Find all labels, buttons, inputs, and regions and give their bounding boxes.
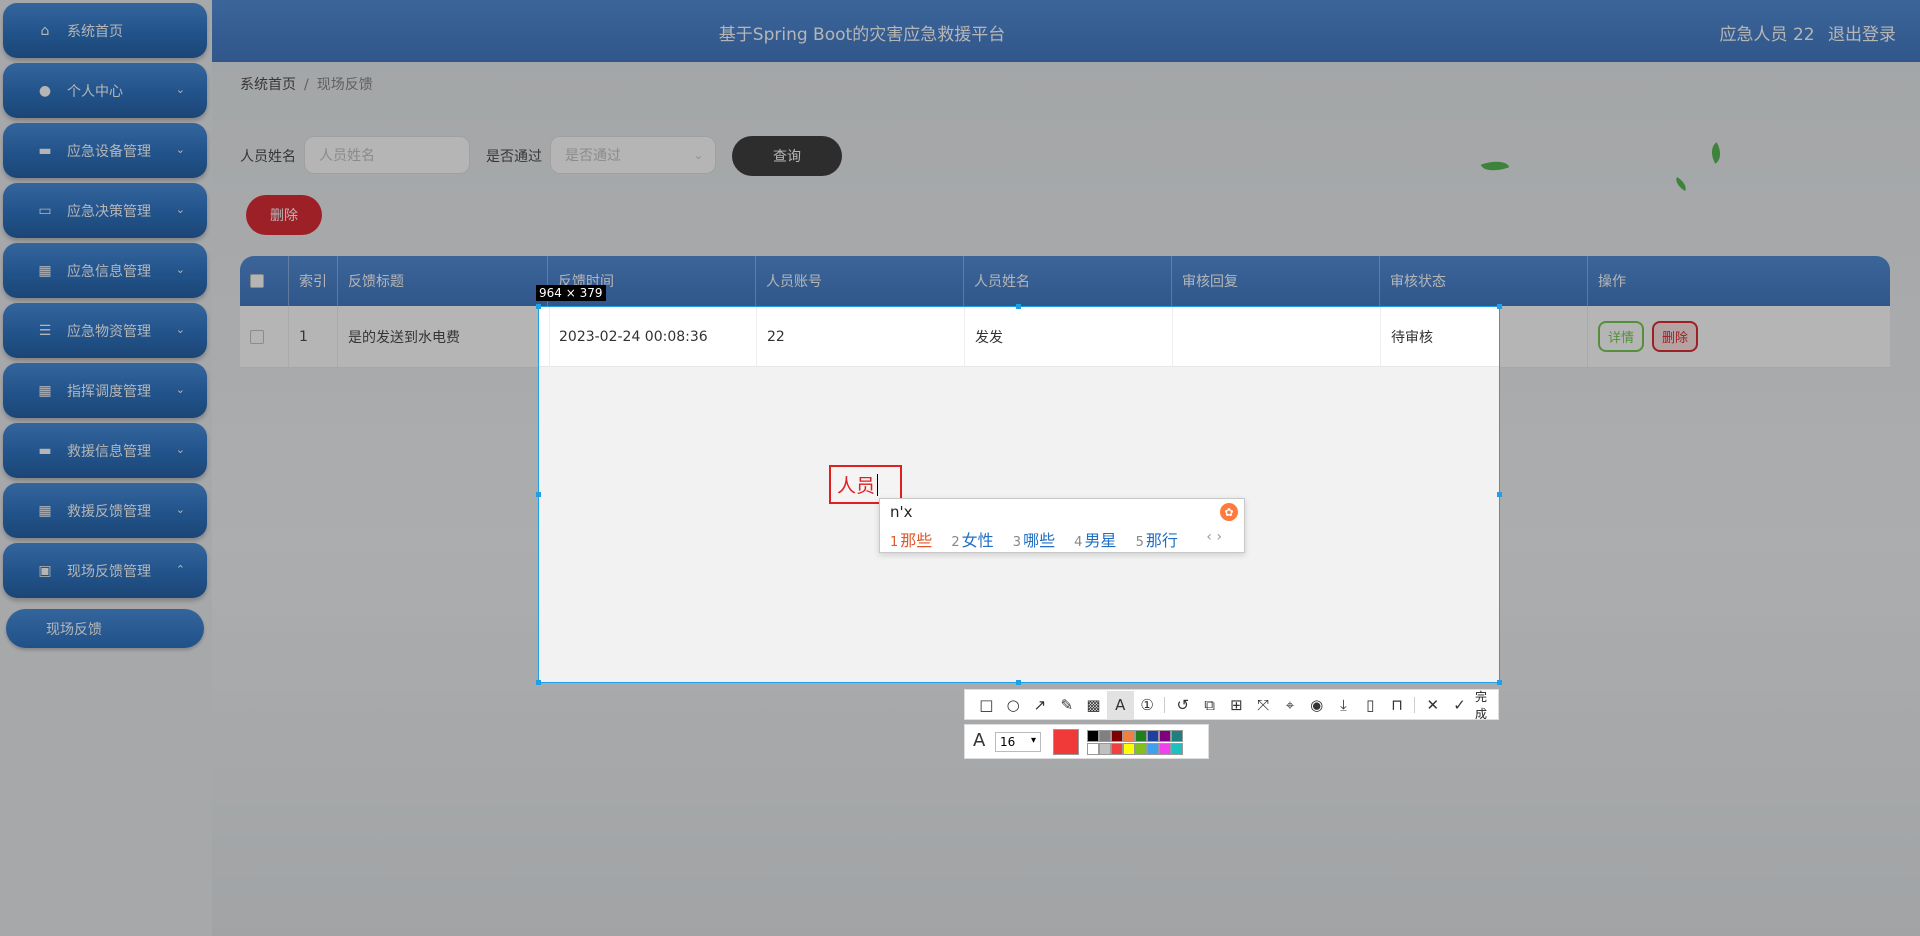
color-swatch[interactable] xyxy=(1123,743,1135,755)
ime-page-nav[interactable]: ‹ › xyxy=(1206,529,1222,545)
resize-handle[interactable] xyxy=(536,680,541,685)
resize-handle[interactable] xyxy=(1497,680,1502,685)
ime-candidate[interactable]: 4 男星 xyxy=(1074,531,1116,550)
color-swatch[interactable] xyxy=(1171,743,1183,755)
screenshot-toolbar: □ ○ ↗ ✎ ▩ A ① ↺ ⧉ ⊞ ⤧ ⌖ ◉ ⤓ ▯ ⊓ ✕ ✓ 完成 xyxy=(964,688,1499,722)
toolbar-divider xyxy=(1164,696,1166,713)
resize-handle[interactable] xyxy=(536,492,541,497)
color-swatch[interactable] xyxy=(1099,730,1111,742)
font-size-select[interactable]: 16 ▾ xyxy=(995,732,1041,752)
color-swatch[interactable] xyxy=(1123,730,1135,742)
pin-icon[interactable]: ⌖ xyxy=(1277,691,1304,719)
done-button[interactable]: 完成 xyxy=(1475,688,1498,722)
ime-composition: n'x xyxy=(890,503,913,521)
ellipse-tool-icon[interactable]: ○ xyxy=(1000,691,1027,719)
color-swatch[interactable] xyxy=(1147,730,1159,742)
color-swatch[interactable] xyxy=(1135,743,1147,755)
text-caret xyxy=(877,473,879,496)
number-tool-icon[interactable]: ① xyxy=(1134,691,1161,719)
color-swatch[interactable] xyxy=(1159,743,1171,755)
ime-candidate[interactable]: 2 女性 xyxy=(951,531,993,550)
mosaic-tool-icon[interactable]: ▩ xyxy=(1080,691,1107,719)
color-swatch[interactable] xyxy=(1099,743,1111,755)
arrow-tool-icon[interactable]: ↗ xyxy=(1027,691,1054,719)
bookmark-icon[interactable]: ⊓ xyxy=(1384,691,1411,719)
ime-candidate[interactable]: 3 哪些 xyxy=(1013,531,1055,550)
selection-cell-status: 待审核 xyxy=(1391,330,1433,346)
resize-handle[interactable] xyxy=(1016,680,1021,685)
selection-cell-name: 发发 xyxy=(965,307,1173,367)
color-swatch[interactable] xyxy=(1087,730,1099,742)
color-swatch[interactable] xyxy=(1171,730,1183,742)
selection-table-row: 2023-02-24 00:08:36 22 发发 待审核 xyxy=(539,307,1499,367)
download-icon[interactable]: ⤓ xyxy=(1330,691,1357,719)
resize-handle[interactable] xyxy=(536,304,541,309)
color-swatch[interactable] xyxy=(1135,730,1147,742)
annotation-text: 人员 xyxy=(837,475,876,497)
record-icon[interactable]: ◉ xyxy=(1303,691,1330,719)
selection-cell-time: 2023-02-24 00:08:36 xyxy=(549,307,757,367)
ime-candidate-window: n'x ✿ 1 那些 2 女性 3 哪些 4 男星 5 那行 ‹ › xyxy=(879,498,1245,553)
translate-icon[interactable]: ⊞ xyxy=(1223,691,1250,719)
close-icon[interactable]: ✕ xyxy=(1419,691,1446,719)
rectangle-tool-icon[interactable]: □ xyxy=(973,691,1000,719)
ocr-icon[interactable]: ⧉ xyxy=(1196,691,1223,719)
check-icon[interactable]: ✓ xyxy=(1446,691,1473,719)
ime-candidates: 1 那些 2 女性 3 哪些 4 男星 5 那行 xyxy=(890,527,1192,551)
color-swatch[interactable] xyxy=(1147,743,1159,755)
text-tool-icon[interactable]: A xyxy=(1106,690,1134,719)
color-swatch[interactable] xyxy=(1159,730,1171,742)
color-swatch[interactable] xyxy=(1087,743,1099,755)
long-screenshot-icon[interactable]: ⤧ xyxy=(1250,691,1277,719)
pen-tool-icon[interactable]: ✎ xyxy=(1053,691,1080,719)
selection-cell-reply xyxy=(1173,307,1381,367)
current-color-swatch[interactable] xyxy=(1053,729,1079,755)
ime-candidate[interactable]: 1 那些 xyxy=(890,531,932,550)
color-swatch[interactable] xyxy=(1111,743,1123,755)
resize-handle[interactable] xyxy=(1497,304,1502,309)
undo-icon[interactable]: ↺ xyxy=(1169,691,1196,719)
selection-cell-account: 22 xyxy=(757,307,965,367)
screenshot-selection[interactable]: 2023-02-24 00:08:36 22 发发 待审核 xyxy=(538,306,1500,683)
resize-handle[interactable] xyxy=(1016,304,1021,309)
color-swatch[interactable] xyxy=(1111,730,1123,742)
font-size-value: 16 xyxy=(1000,735,1016,749)
resize-handle[interactable] xyxy=(1497,492,1502,497)
text-style-toolbar: A 16 ▾ xyxy=(964,724,1209,759)
font-icon: A xyxy=(973,730,986,751)
ime-candidate[interactable]: 5 那行 xyxy=(1136,531,1178,550)
ime-logo-icon: ✿ xyxy=(1220,503,1238,521)
chevron-down-icon: ▾ xyxy=(1030,735,1036,746)
selection-size-label: 964 × 379 xyxy=(536,285,606,301)
phone-icon[interactable]: ▯ xyxy=(1357,691,1384,719)
toolbar-divider xyxy=(1414,696,1416,713)
